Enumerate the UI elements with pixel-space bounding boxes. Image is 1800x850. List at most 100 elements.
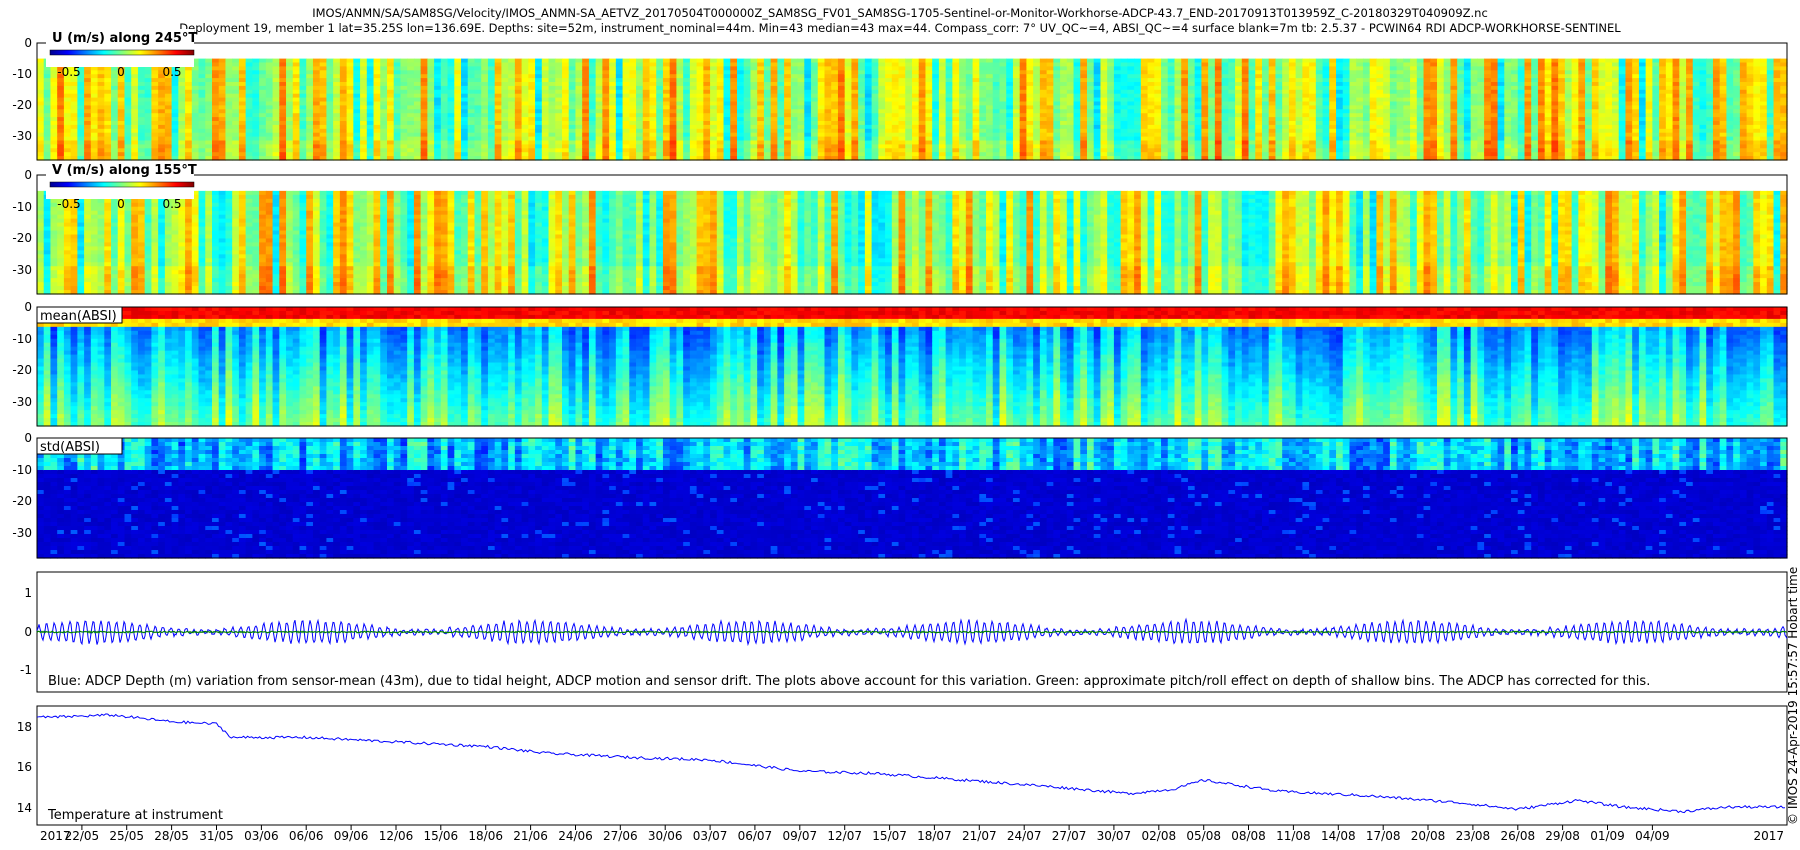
u-heatmap-cell <box>1255 78 1262 83</box>
u-heatmap-cell <box>771 113 778 118</box>
u-heatmap-cell <box>562 137 569 142</box>
u-heatmap-cell <box>777 113 784 118</box>
u-heatmap-cell <box>791 94 798 99</box>
u-heatmap-cell <box>784 90 791 95</box>
u-heatmap-cell <box>730 66 737 71</box>
u-heatmap-cell <box>300 86 307 91</box>
u-heatmap-cell <box>441 78 448 83</box>
u-heatmap-cell <box>326 105 333 110</box>
u-heatmap-cell <box>1053 70 1060 75</box>
u-heatmap-cell <box>885 59 892 64</box>
u-heatmap-cell <box>515 102 522 107</box>
u-heatmap-cell <box>798 144 805 149</box>
u-heatmap-cell <box>326 70 333 75</box>
u-heatmap-cell <box>252 82 259 87</box>
u-heatmap-cell <box>629 82 636 87</box>
u-heatmap-cell <box>495 82 502 87</box>
u-heatmap-cell <box>616 148 623 153</box>
u-heatmap-cell <box>1289 70 1296 75</box>
u-heatmap-cell <box>905 98 912 103</box>
u-heatmap-cell <box>690 121 697 126</box>
u-heatmap-cell <box>1168 129 1175 134</box>
u-heatmap-cell <box>333 66 340 71</box>
u-heatmap-cell <box>771 148 778 153</box>
u-heatmap-cell <box>1134 86 1141 91</box>
u-heatmap-cell <box>629 137 636 142</box>
u-heatmap-cell <box>495 117 502 122</box>
u-heatmap-cell <box>697 133 704 138</box>
u-heatmap-cell <box>199 74 206 79</box>
u-heatmap-cell <box>750 82 757 87</box>
u-heatmap-cell <box>804 94 811 99</box>
u-heatmap-cell <box>959 66 966 71</box>
u-heatmap-cell <box>64 125 71 129</box>
u-heatmap-cell <box>1013 129 1020 134</box>
u-heatmap-cell <box>1282 82 1289 87</box>
u-heatmap-cell <box>1215 148 1222 153</box>
u-heatmap-cell <box>757 152 764 157</box>
u-heatmap-cell <box>495 94 502 99</box>
u-heatmap-cell <box>528 117 535 122</box>
u-heatmap-cell <box>481 94 488 99</box>
u-heatmap-cell <box>777 141 784 146</box>
u-heatmap-cell <box>340 125 347 129</box>
u-heatmap-cell <box>831 94 838 99</box>
u-heatmap-cell <box>946 63 953 68</box>
u-heatmap-cell <box>1154 109 1161 114</box>
u-heatmap-cell <box>1114 90 1121 95</box>
u-heatmap-cell <box>737 102 744 107</box>
u-heatmap-cell <box>151 133 158 138</box>
u-heatmap-cell <box>744 144 751 149</box>
u-heatmap-cell <box>1154 144 1161 149</box>
u-heatmap-cell <box>650 98 657 103</box>
u-heatmap-cell <box>57 129 64 134</box>
u-heatmap-cell <box>1296 125 1303 129</box>
u-heatmap-cell <box>1127 152 1134 157</box>
u-heatmap-cell <box>878 148 885 153</box>
u-heatmap-cell <box>1309 82 1316 87</box>
u-heatmap-cell <box>1323 98 1330 103</box>
u-heatmap-cell <box>185 113 192 118</box>
u-heatmap-cell <box>279 90 286 95</box>
u-heatmap-cell <box>199 144 206 149</box>
u-heatmap-cell <box>495 113 502 118</box>
u-heatmap-cell <box>777 78 784 83</box>
u-heatmap-cell <box>374 66 381 71</box>
u-heatmap-cell <box>1087 82 1094 87</box>
u-heatmap-cell <box>1316 137 1323 142</box>
u-heatmap-cell <box>764 152 771 157</box>
u-heatmap-cell <box>555 129 562 134</box>
u-heatmap-cell <box>252 86 259 91</box>
u-heatmap-cell <box>1255 70 1262 75</box>
u-heatmap-cell <box>1269 74 1276 79</box>
u-heatmap-cell <box>979 74 986 79</box>
u-heatmap-cell <box>400 78 407 83</box>
u-heatmap-cell <box>899 152 906 157</box>
u-heatmap-cell <box>650 59 657 64</box>
u-heatmap-cell <box>151 144 158 149</box>
u-heatmap-cell <box>50 102 57 107</box>
u-heatmap-cell <box>131 152 138 157</box>
u-heatmap-cell <box>1154 121 1161 126</box>
u-heatmap-cell <box>697 117 704 122</box>
u-heatmap-cell <box>865 133 872 138</box>
u-heatmap-cell <box>1242 98 1249 103</box>
u-heatmap-cell <box>1302 90 1309 95</box>
u-heatmap-cell <box>347 144 354 149</box>
u-heatmap-cell <box>1228 141 1235 146</box>
u-heatmap-cell <box>488 105 495 110</box>
u-heatmap-cell <box>1013 78 1020 83</box>
u-heatmap-cell <box>609 113 616 118</box>
u-heatmap-cell <box>71 121 78 126</box>
u-heatmap-cell <box>279 113 286 118</box>
u-heatmap-cell <box>582 74 589 79</box>
u-heatmap-cell <box>825 78 832 83</box>
u-heatmap-cell <box>131 133 138 138</box>
u-heatmap-cell <box>1296 113 1303 118</box>
u-heatmap-cell <box>44 86 51 91</box>
u-heatmap-cell <box>616 74 623 79</box>
u-heatmap-cell <box>111 141 118 146</box>
u-heatmap-cell <box>885 137 892 142</box>
u-heatmap-cell <box>225 137 232 142</box>
u-heatmap-cell <box>905 148 912 153</box>
